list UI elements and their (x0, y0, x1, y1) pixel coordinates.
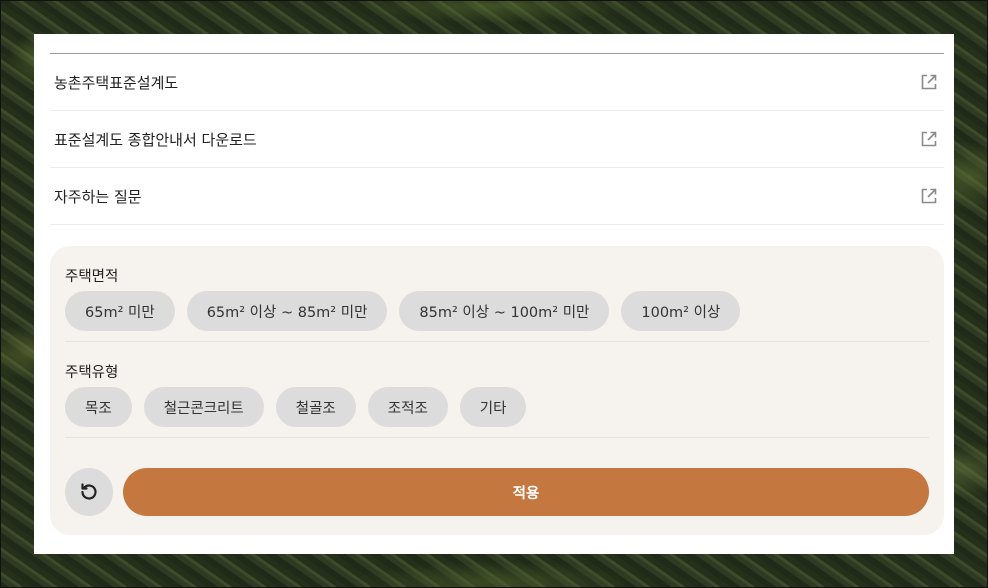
type-chip-masonry[interactable]: 조적조 (367, 387, 448, 427)
area-chip-under-65[interactable]: 65m² 미만 (65, 291, 175, 331)
apply-button[interactable]: 적용 (123, 468, 929, 516)
link-faq[interactable]: 자주하는 질문 (50, 168, 944, 225)
link-label: 표준설계도 종합안내서 다운로드 (54, 130, 257, 149)
area-chip-over-100[interactable]: 100m² 이상 (621, 291, 741, 331)
link-guide-download[interactable]: 표준설계도 종합안내서 다운로드 (50, 111, 944, 168)
type-chip-row: 목조 철근콘크리트 철골조 조적조 기타 (65, 387, 527, 427)
external-link-icon (921, 131, 937, 147)
type-chip-other[interactable]: 기타 (459, 387, 527, 427)
external-link-icon (921, 188, 937, 204)
filter-divider (65, 437, 929, 438)
filter-card: 농촌주택표준설계도 표준설계도 종합안내서 다운로드 자주하는 질문 주택면적 … (34, 34, 954, 554)
filter-divider (65, 341, 929, 342)
type-chip-reinforced-concrete[interactable]: 철근콘크리트 (143, 387, 264, 427)
link-label: 농촌주택표준설계도 (54, 73, 179, 92)
link-list: 농촌주택표준설계도 표준설계도 종합안내서 다운로드 자주하는 질문 (50, 54, 944, 225)
type-filter-title: 주택유형 (65, 365, 119, 381)
type-chip-wood[interactable]: 목조 (65, 387, 132, 427)
filter-panel: 주택면적 65m² 미만 65m² 이상 ~ 85m² 미만 85m² 이상 ~… (50, 246, 944, 535)
reset-button[interactable] (65, 468, 113, 516)
reset-icon (81, 483, 97, 500)
link-label: 자주하는 질문 (54, 187, 142, 206)
area-chip-row: 65m² 미만 65m² 이상 ~ 85m² 미만 85m² 이상 ~ 100m… (65, 291, 741, 331)
area-filter-title: 주택면적 (65, 269, 119, 285)
link-standard-design[interactable]: 농촌주택표준설계도 (50, 54, 944, 111)
external-link-icon (921, 74, 937, 90)
area-chip-85-100[interactable]: 85m² 이상 ~ 100m² 미만 (399, 291, 610, 331)
type-chip-steel[interactable]: 철골조 (275, 387, 356, 427)
area-chip-65-85[interactable]: 65m² 이상 ~ 85m² 미만 (186, 291, 388, 331)
